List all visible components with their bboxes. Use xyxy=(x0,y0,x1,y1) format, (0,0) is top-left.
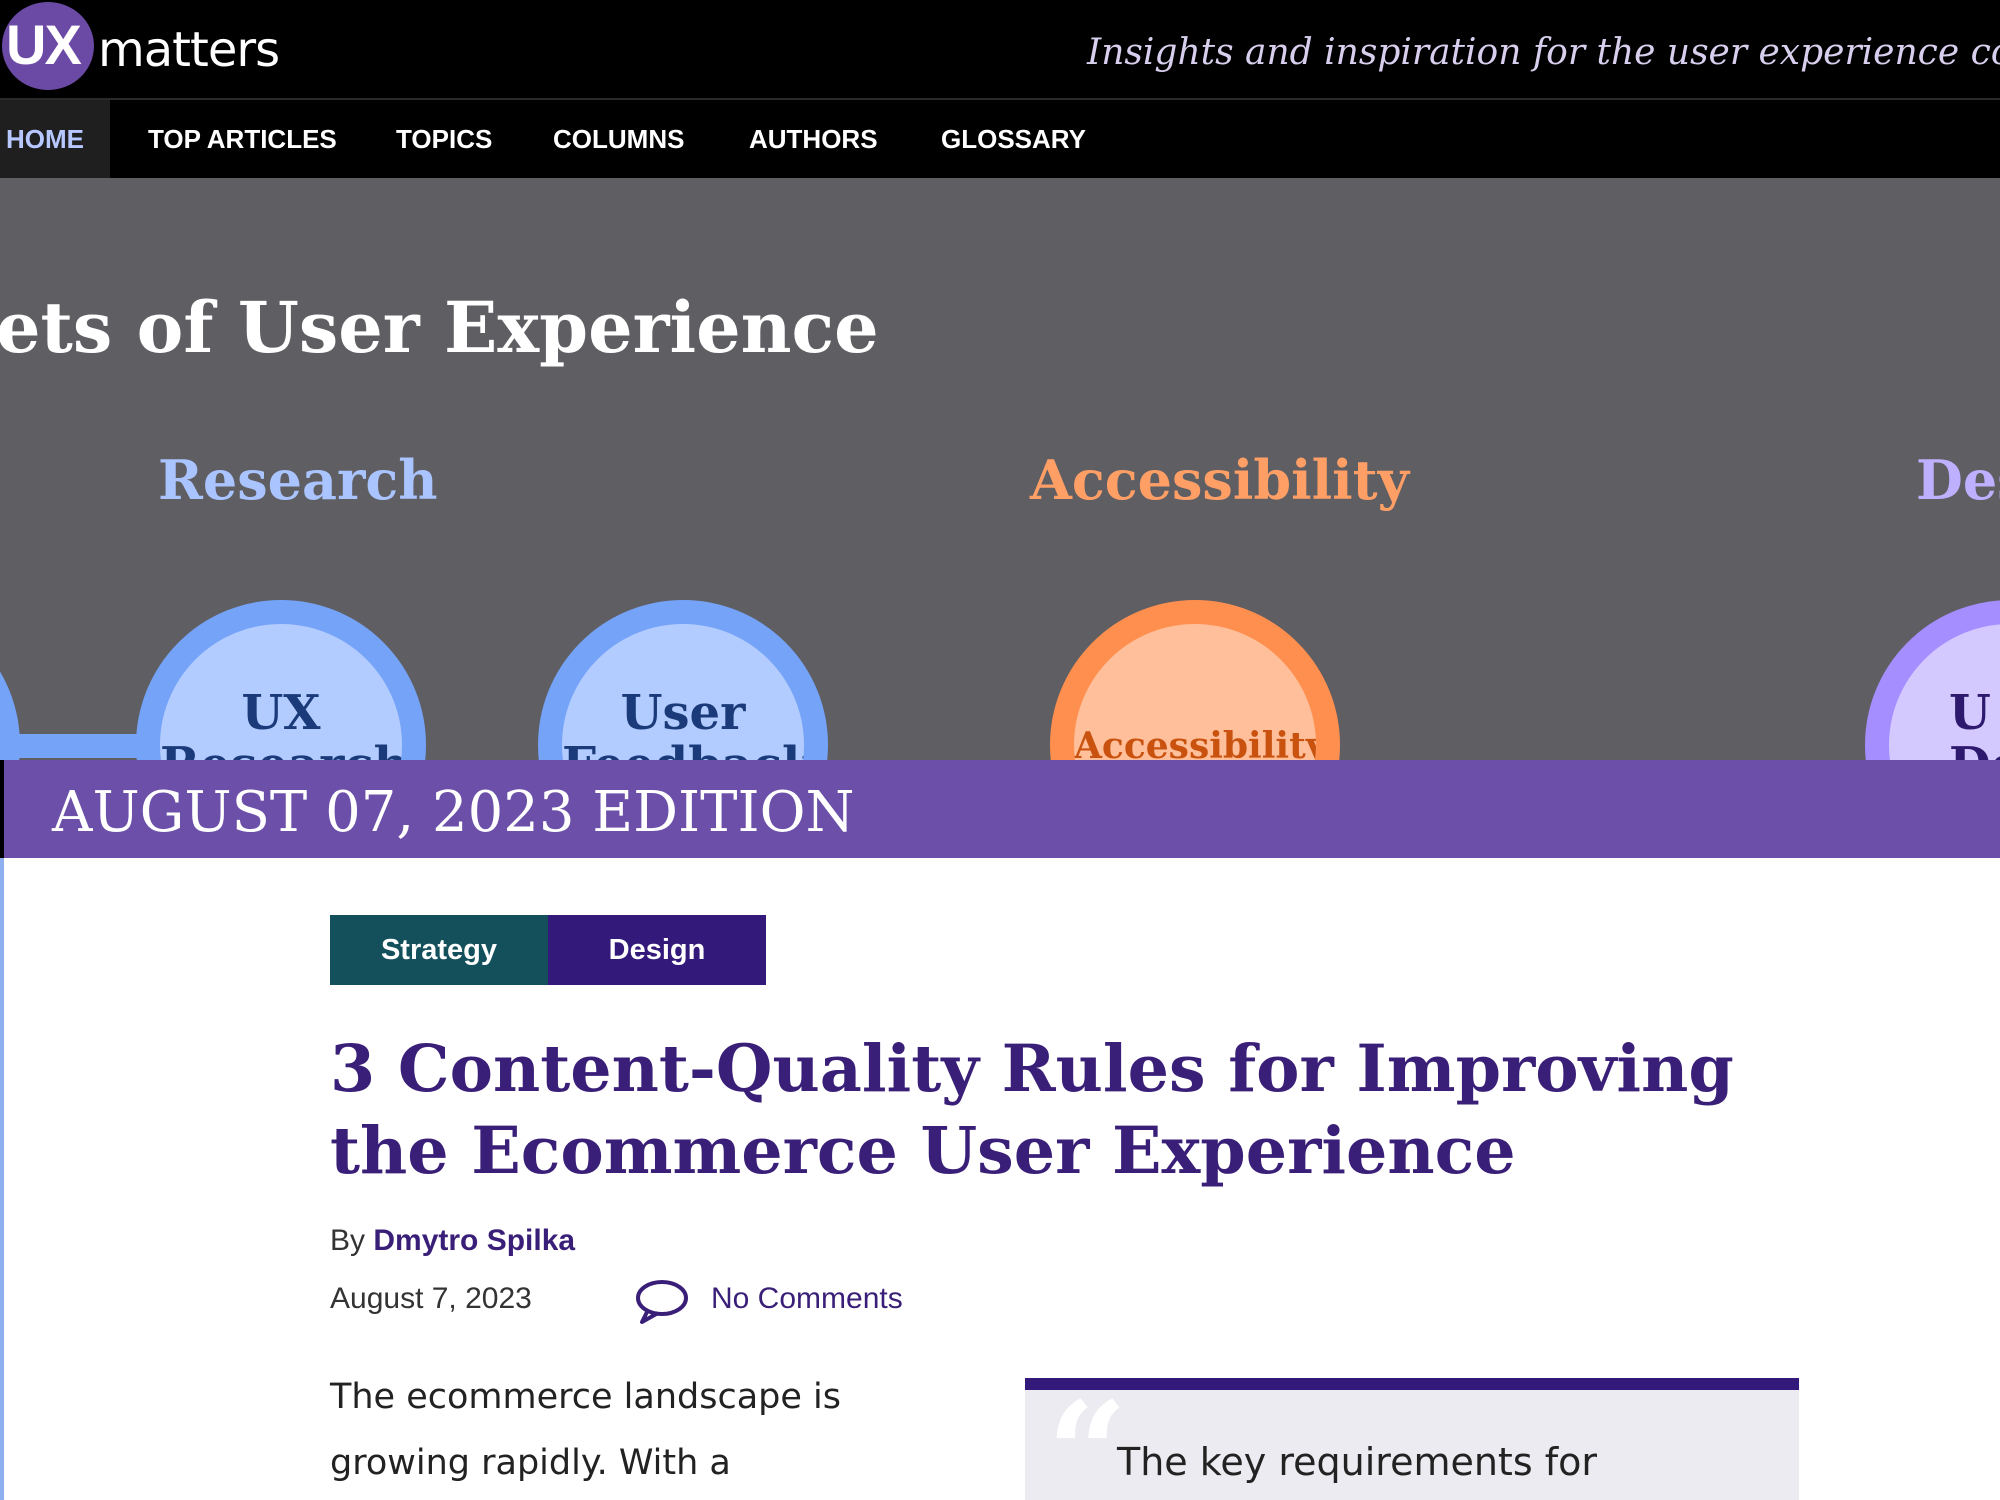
bubble-ux-research-line1: UX xyxy=(241,685,321,741)
bubble-ux-design[interactable]: U De xyxy=(1865,600,2000,760)
logo-ux-text: UX xyxy=(6,13,82,76)
site-header: UX matters Insights and inspiration for … xyxy=(0,0,2000,98)
main-nav: HOME TOP ARTICLES TOPICS COLUMNS AUTHORS… xyxy=(0,98,2000,178)
nav-glossary[interactable]: GLOSSARY xyxy=(941,100,1086,178)
comments-link[interactable]: No Comments xyxy=(711,1282,903,1316)
bubble-ux-research[interactable]: UX Research xyxy=(136,600,426,760)
edition-banner: AUGUST 07, 2023 EDITION xyxy=(4,760,2000,858)
author-link[interactable]: Dmytro Spilka xyxy=(373,1224,575,1257)
bubble-ux-design-line1: U xyxy=(1949,685,1991,741)
article-date: August 7, 2023 xyxy=(330,1282,532,1315)
hero-category-research: Research xyxy=(158,448,438,512)
article-title[interactable]: 3 Content-Quality Rules for Improving th… xyxy=(330,1028,1830,1192)
bubble-accessibility-line1: Accessibility xyxy=(1074,725,1327,760)
logo-matters-text: matters xyxy=(98,22,280,78)
nav-topics[interactable]: TOPICS xyxy=(396,100,492,178)
bubble-accessibility[interactable]: Accessibility xyxy=(1050,600,1340,760)
tag-design[interactable]: Design xyxy=(548,915,766,985)
comment-bubble-icon[interactable] xyxy=(634,1276,690,1326)
article-content: Strategy Design 3 Content-Quality Rules … xyxy=(4,858,2000,1500)
article-byline: By Dmytro Spilka xyxy=(330,1224,575,1258)
hero-title: ets of User Experience xyxy=(0,286,879,369)
pull-quote-text: The key requirements for xyxy=(1117,1440,1597,1484)
hero-category-design: Des xyxy=(1916,448,2000,512)
quote-mark-icon: “ xyxy=(1047,1372,1128,1500)
nav-home[interactable]: HOME xyxy=(0,100,110,178)
nav-authors[interactable]: AUTHORS xyxy=(749,100,878,178)
edition-label: AUGUST 07, 2023 EDITION xyxy=(52,780,855,845)
bubble-user-feedback[interactable]: User Feedback xyxy=(538,600,828,760)
bubble-user-feedback-line1: User xyxy=(620,685,746,741)
bubble-connector xyxy=(14,734,144,758)
hero-category-accessibility: Accessibility xyxy=(1030,448,1409,512)
pull-quote: “ The key requirements for xyxy=(1025,1378,1799,1500)
bubble-user-feedback-line2: Feedback xyxy=(562,740,804,760)
nav-columns[interactable]: COLUMNS xyxy=(553,100,684,178)
nav-top-articles[interactable]: TOP ARTICLES xyxy=(148,100,337,178)
body-line-2: growing rapidly. With a xyxy=(330,1443,731,1483)
article-tags: Strategy Design xyxy=(330,915,766,985)
hero-banner[interactable]: ets of User Experience Research Accessib… xyxy=(0,178,2000,760)
byline-prefix: By xyxy=(330,1224,366,1257)
body-line-1: The ecommerce landscape is xyxy=(330,1377,841,1417)
article-body: The ecommerce landscape is growing rapid… xyxy=(330,1364,950,1496)
bubble-ux-research-line2: Research xyxy=(160,740,402,760)
tag-strategy[interactable]: Strategy xyxy=(330,915,548,985)
site-tagline: Insights and inspiration for the user ex… xyxy=(1087,32,2000,73)
bubble-ux-design-line2: De xyxy=(1949,740,2000,760)
uxmatters-logo[interactable]: UX matters xyxy=(0,0,290,98)
